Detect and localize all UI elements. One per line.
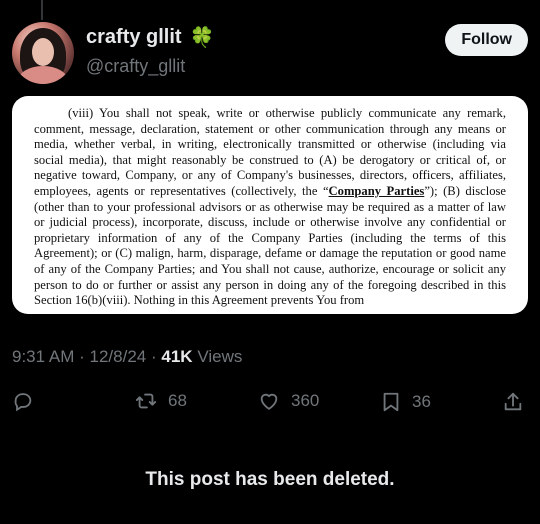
repost-icon	[135, 393, 157, 409]
views-count: 41K	[161, 347, 193, 366]
deleted-post-notice: This post has been deleted.	[145, 469, 395, 490]
post-date[interactable]: 12/8/24	[90, 347, 147, 366]
post-time[interactable]: 9:31 AM	[12, 347, 74, 366]
author-name-row: crafty gllit 🍀	[86, 26, 214, 49]
share-icon	[504, 392, 522, 411]
views-label: Views	[197, 347, 243, 366]
reply-button[interactable]	[12, 390, 34, 412]
bookmark-count: 36	[412, 392, 431, 411]
like-button[interactable]: 360	[257, 390, 319, 412]
author-display-name[interactable]: crafty gllit	[86, 26, 182, 49]
clover-icon: 🍀	[189, 26, 215, 49]
post-header: crafty gllit 🍀 @crafty_gllit Follow	[12, 22, 528, 84]
separator-dot: ·	[79, 347, 85, 366]
avatar[interactable]	[12, 22, 74, 84]
document-paragraph-end: ”); (B) disclose (other than to your pro…	[34, 183, 506, 308]
document-defined-term: Company Parties	[328, 183, 425, 198]
bookmark-icon	[383, 392, 399, 412]
action-bar: 68 360 36	[12, 390, 528, 418]
document-text: (viii) You shall not speak, write or oth…	[34, 106, 506, 309]
thread-connector-line	[41, 0, 43, 20]
follow-button[interactable]: Follow	[445, 24, 528, 56]
post-timestamp: 9:31 AM · 12/8/24 · 41K Views	[12, 347, 242, 367]
attached-document-image[interactable]: (viii) You shall not speak, write or oth…	[12, 96, 528, 314]
repost-count: 68	[168, 391, 187, 410]
heart-icon	[260, 393, 278, 410]
separator-dot: ·	[150, 347, 157, 366]
reply-icon	[14, 393, 32, 412]
like-count: 360	[291, 391, 320, 410]
repost-button[interactable]: 68	[134, 390, 187, 412]
share-button[interactable]	[502, 390, 524, 414]
author-handle[interactable]: @crafty_gllit	[86, 56, 185, 77]
bookmark-button[interactable]: 36	[380, 390, 431, 414]
